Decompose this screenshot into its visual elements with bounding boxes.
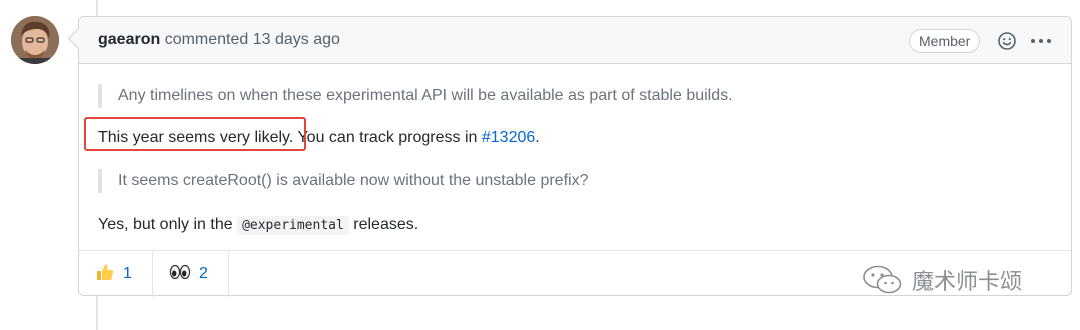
answer-text: Yes, but only in the — [98, 216, 238, 233]
avatar[interactable] — [11, 16, 59, 64]
reaction-count: 1 — [123, 265, 132, 282]
issue-timeline: gaearon commented 13 days ago Member Any… — [0, 0, 1080, 330]
avatar-image — [11, 16, 59, 64]
reaction-eyes[interactable]: 2 — [153, 251, 229, 297]
member-badge: Member — [909, 29, 981, 53]
comment-body: Any timelines on when these experimental… — [79, 65, 1071, 250]
blockquote-question-1: Any timelines on when these experimental… — [98, 84, 733, 108]
period: . — [535, 129, 540, 146]
comment-action: commented — [164, 31, 249, 48]
reaction-thumbs-up[interactable]: 1 — [79, 251, 153, 297]
highlighted-sentence: This year seems very likely. — [98, 129, 294, 146]
comment-header: gaearon commented 13 days ago Member — [79, 17, 1071, 64]
more-options-kebab-icon[interactable] — [1029, 31, 1053, 51]
add-reaction-smiley-icon[interactable] — [997, 31, 1017, 51]
thumbs-up-icon — [95, 262, 115, 287]
watermark: 魔术师卡颂 — [862, 264, 1022, 296]
comment-timestamp[interactable]: 13 days ago — [253, 31, 340, 48]
issue-link-13206[interactable]: #13206 — [482, 129, 535, 146]
wechat-icon — [863, 265, 902, 294]
answer-text: releases. — [348, 216, 419, 233]
answer-paragraph-2: Yes, but only in the @experimental relea… — [98, 213, 418, 238]
answer-paragraph-1: This year seems very likely. You can tra… — [98, 126, 540, 150]
author-link[interactable]: gaearon — [98, 31, 160, 48]
comment-meta: gaearon commented 13 days ago — [98, 31, 340, 49]
comment-box: gaearon commented 13 days ago Member Any… — [78, 16, 1072, 297]
reaction-count: 2 — [199, 265, 208, 282]
watermark-text: 魔术师卡颂 — [912, 269, 1023, 294]
answer-text: You can track progress in — [293, 129, 482, 146]
inline-code: @experimental — [237, 216, 349, 235]
blockquote-question-2: It seems createRoot() is available now w… — [98, 169, 588, 193]
eyes-icon — [169, 262, 191, 287]
